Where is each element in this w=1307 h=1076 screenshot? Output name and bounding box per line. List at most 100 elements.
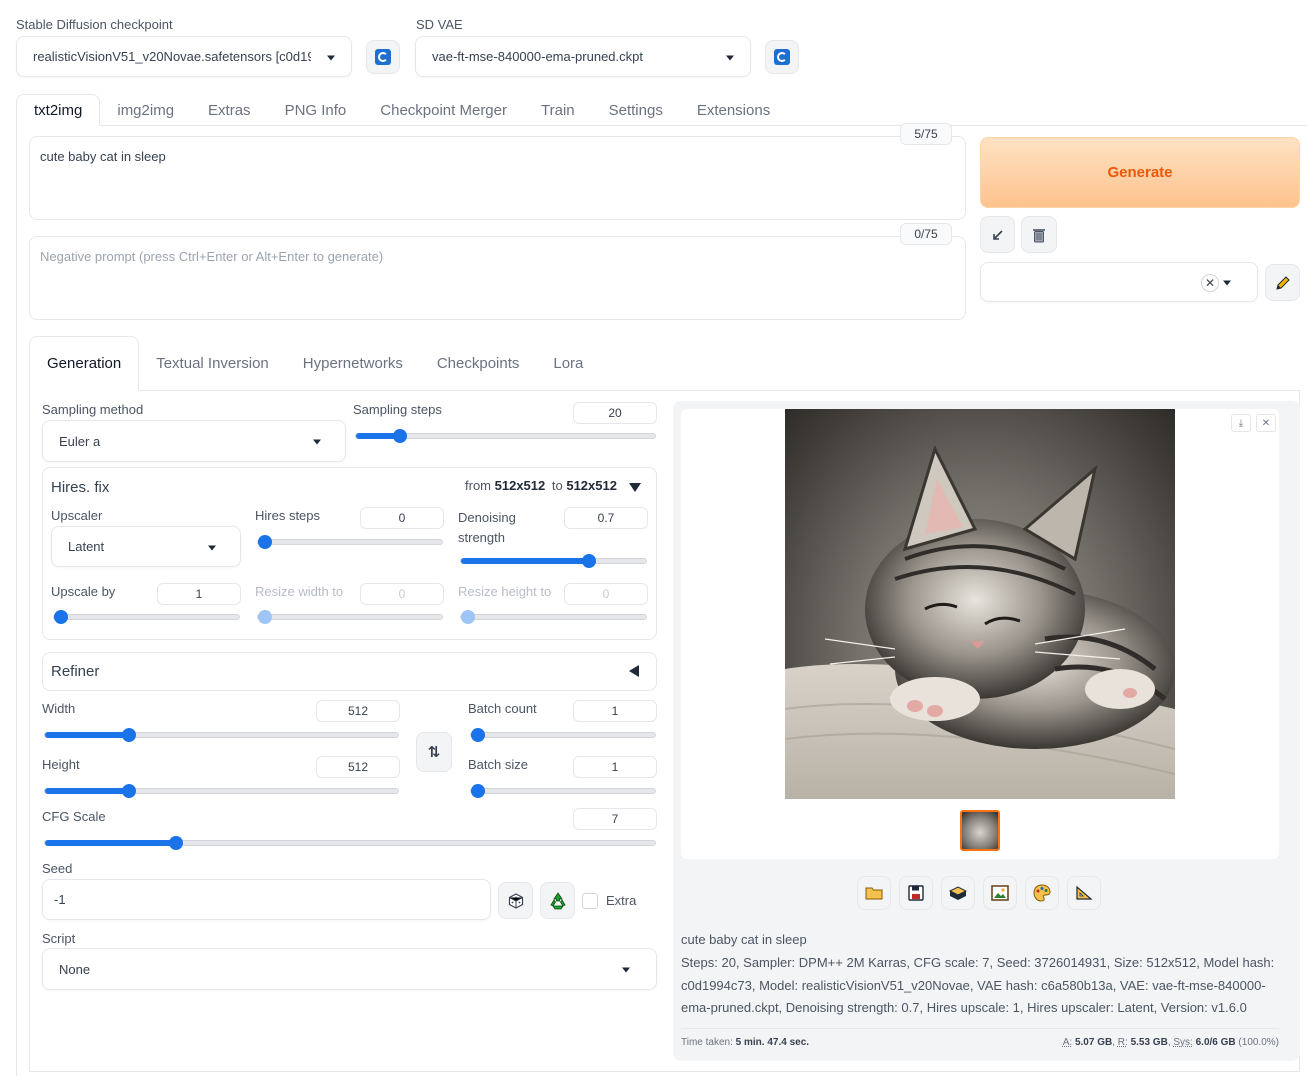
generate-button[interactable]: Generate <box>980 137 1300 208</box>
send-to-extras-button[interactable] <box>1067 876 1101 910</box>
width-label: Width <box>42 701 76 716</box>
generated-image[interactable] <box>785 409 1175 799</box>
upscaler-dropdown[interactable]: Latent <box>51 526 241 567</box>
hires-steps-slider[interactable] <box>257 535 443 549</box>
mem-r-value: 5.53 GB <box>1130 1037 1168 1048</box>
resize-width-slider[interactable] <box>257 610 443 624</box>
slider-thumb[interactable] <box>461 610 475 624</box>
clear-styles-icon[interactable]: ✕ <box>1201 274 1219 292</box>
cfg-scale-input[interactable]: 7 <box>573 808 657 830</box>
upscaler-label: Upscaler <box>51 508 103 523</box>
hires-collapse-triangle-icon[interactable] <box>629 483 641 492</box>
tab-settings[interactable]: Settings <box>592 94 680 126</box>
slider-fill <box>45 788 129 794</box>
generation-panel-left-border <box>29 390 30 1072</box>
resize-height-input[interactable]: 0 <box>564 583 648 605</box>
send-to-img2img-button[interactable] <box>983 876 1017 910</box>
batch-count-label: Batch count <box>468 701 537 716</box>
image-thumbnail[interactable] <box>960 810 1000 851</box>
vae-dropdown[interactable]: vae-ft-mse-840000-ema-pruned.ckpt <box>415 36 751 77</box>
slider-thumb[interactable] <box>54 610 68 624</box>
sub-tabs: Generation Textual Inversion Hypernetwor… <box>29 336 600 391</box>
width-slider[interactable] <box>44 728 399 742</box>
prompt-input[interactable]: cute baby cat in sleep <box>29 136 966 220</box>
sampling-steps-slider[interactable] <box>355 429 656 443</box>
hires-fix-title[interactable]: Hires. fix <box>51 479 109 496</box>
tab-checkpoints[interactable]: Checkpoints <box>420 336 537 391</box>
txt2img-panel-border <box>16 125 17 1076</box>
width-input[interactable]: 512 <box>316 700 400 722</box>
height-input[interactable]: 512 <box>316 756 400 778</box>
tab-png-info[interactable]: PNG Info <box>268 94 364 126</box>
prompt-text: cute baby cat in sleep <box>40 149 166 164</box>
sampling-method-dropdown[interactable]: Euler a <box>42 420 346 462</box>
refresh-icon <box>774 49 790 65</box>
slider-thumb[interactable] <box>582 554 596 568</box>
resize-height-slider[interactable] <box>460 610 647 624</box>
read-params-button[interactable] <box>980 216 1015 253</box>
denoising-strength-input[interactable]: 0.7 <box>564 507 648 529</box>
cfg-scale-slider[interactable] <box>44 836 656 850</box>
batch-size-slider[interactable] <box>470 784 656 798</box>
save-button[interactable] <box>899 876 933 910</box>
seed-input[interactable]: -1 <box>42 879 491 920</box>
refiner-expand-triangle-icon[interactable] <box>629 665 639 677</box>
tab-textual-inversion[interactable]: Textual Inversion <box>139 336 286 391</box>
download-icon: ⤓ <box>1238 417 1244 429</box>
script-dropdown[interactable]: None <box>42 948 657 990</box>
tab-hypernetworks[interactable]: Hypernetworks <box>286 336 420 391</box>
tab-generation[interactable]: Generation <box>29 336 140 391</box>
slider-thumb[interactable] <box>169 836 183 850</box>
batch-count-input[interactable]: 1 <box>573 700 657 722</box>
extra-checkbox[interactable] <box>582 893 598 909</box>
slider-thumb[interactable] <box>471 784 485 798</box>
refiner-section[interactable] <box>42 652 657 691</box>
resize-width-label: Resize width to <box>255 584 344 599</box>
hires-from-text: from <box>465 478 491 493</box>
mem-a-value: 5.07 GB <box>1074 1037 1113 1048</box>
zip-button[interactable] <box>941 876 975 910</box>
styles-dropdown[interactable]: ✕ <box>980 262 1258 302</box>
download-image-button[interactable]: ⤓ <box>1231 414 1251 432</box>
refresh-checkpoint-button[interactable] <box>366 40 400 74</box>
slider-thumb[interactable] <box>122 728 136 742</box>
slider-thumb[interactable] <box>393 429 407 443</box>
tab-checkpoint-merger[interactable]: Checkpoint Merger <box>363 94 524 126</box>
refiner-title: Refiner <box>51 663 100 680</box>
tab-txt2img[interactable]: txt2img <box>16 94 101 126</box>
tab-extras[interactable]: Extras <box>191 94 268 126</box>
refresh-vae-button[interactable] <box>765 40 799 74</box>
kitten-image <box>785 409 1175 799</box>
slider-thumb[interactable] <box>258 535 272 549</box>
slider-thumb[interactable] <box>471 728 485 742</box>
open-folder-button[interactable] <box>857 876 891 910</box>
negative-prompt-input[interactable]: Negative prompt (press Ctrl+Enter or Alt… <box>29 236 966 320</box>
upscale-by-slider[interactable] <box>53 610 240 624</box>
batch-count-slider[interactable] <box>470 728 656 742</box>
tab-img2img[interactable]: img2img <box>100 94 191 126</box>
close-image-button[interactable]: ✕ <box>1256 414 1276 432</box>
clear-prompt-button[interactable] <box>1021 216 1057 253</box>
output-footer-divider <box>681 1028 1279 1029</box>
denoising-strength-slider[interactable] <box>460 554 647 568</box>
tab-train[interactable]: Train <box>524 94 592 126</box>
edit-styles-button[interactable] <box>1265 264 1300 301</box>
sampling-steps-input[interactable]: 20 <box>573 402 657 424</box>
tab-extensions[interactable]: Extensions <box>680 94 787 126</box>
checkpoint-dropdown[interactable]: realisticVisionV51_v20Novae.safetensors … <box>16 36 352 77</box>
send-to-inpaint-button[interactable] <box>1025 876 1059 910</box>
slider-thumb[interactable] <box>258 610 272 624</box>
reuse-seed-button[interactable] <box>540 882 575 919</box>
random-seed-button[interactable] <box>498 882 533 919</box>
resize-width-input[interactable]: 0 <box>360 583 444 605</box>
tab-lora[interactable]: Lora <box>536 336 600 391</box>
upscale-by-input[interactable]: 1 <box>157 583 241 605</box>
slider-thumb[interactable] <box>122 784 136 798</box>
swap-dimensions-button[interactable]: ⇅ <box>416 732 452 772</box>
script-value: None <box>59 961 91 977</box>
height-slider[interactable] <box>44 784 399 798</box>
batch-size-input[interactable]: 1 <box>573 756 657 778</box>
memory-usage: A: 5.07 GB, R: 5.53 GB, Sys: 6.0/6 GB (1… <box>1062 1037 1279 1048</box>
prompt-token-counter: 5/75 <box>900 123 952 145</box>
hires-steps-input[interactable]: 0 <box>360 507 444 529</box>
